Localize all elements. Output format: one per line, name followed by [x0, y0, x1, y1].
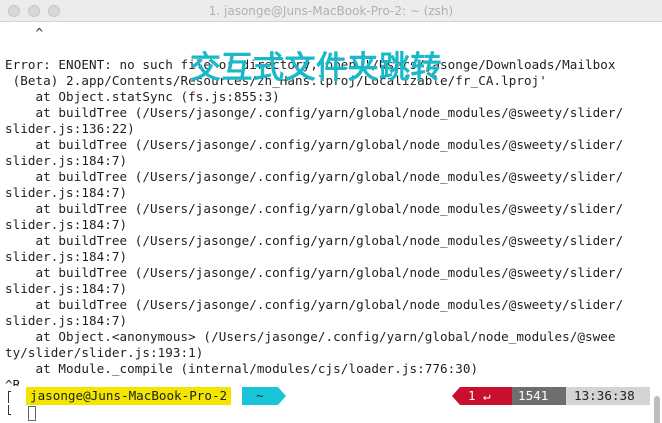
terminal-line: slider.js:184:7) [5, 153, 128, 168]
terminal-line: at Object.statSync (fs.js:855:3) [5, 89, 280, 104]
prompt-time: 13:36:38 [566, 387, 650, 405]
terminal-line: slider.js:184:7) [5, 313, 128, 328]
terminal-window: 1. jasonge@Juns-MacBook-Pro-2: ~ (zsh) ^… [0, 0, 662, 423]
prompt-bracket-top [8, 391, 11, 403]
terminal-line: slider.js:184:7) [5, 185, 128, 200]
terminal-line: at Module._compile (internal/modules/cjs… [5, 361, 479, 376]
terminal-line: at buildTree (/Users/jasonge/.config/yar… [5, 265, 624, 280]
prompt-separator-arrow [278, 387, 286, 405]
terminal-line: at buildTree (/Users/jasonge/.config/yar… [5, 233, 624, 248]
scrollbar-thumb[interactable] [654, 396, 660, 423]
terminal-line: ^R [5, 377, 21, 386]
shell-prompt: jasonge@Juns-MacBook-Pro-2 ~ 1 ↵ 1541 13… [0, 387, 650, 405]
caption-overlay: 交互式文件夹跳转 [190, 50, 442, 86]
prompt-user-host: jasonge@Juns-MacBook-Pro-2 [26, 387, 232, 405]
terminal-line: slider.js:184:7) [5, 249, 128, 264]
terminal-line: slider.js:184:7) [5, 281, 128, 296]
prompt-bracket-bottom [8, 405, 11, 415]
text-cursor [28, 406, 36, 421]
rprompt-separator-arrow [452, 387, 460, 405]
terminal-line: at Object.<anonymous> (/Users/jasonge/.c… [5, 329, 616, 344]
terminal-line: at buildTree (/Users/jasonge/.config/yar… [5, 137, 624, 152]
terminal-line: ^ [5, 25, 44, 40]
terminal-line: at buildTree (/Users/jasonge/.config/yar… [5, 297, 624, 312]
terminal-line: at buildTree (/Users/jasonge/.config/yar… [5, 169, 624, 184]
title-bar: 1. jasonge@Juns-MacBook-Pro-2: ~ (zsh) [0, 0, 662, 22]
prompt-directory: ~ [242, 387, 278, 405]
terminal-line: ty/slider/slider.js:193:1) [5, 345, 204, 360]
exit-status-badge: 1 ↵ [460, 387, 512, 405]
terminal-line: at buildTree (/Users/jasonge/.config/yar… [5, 201, 624, 216]
vertical-scrollbar[interactable] [652, 22, 662, 423]
terminal-line: at buildTree (/Users/jasonge/.config/yar… [5, 105, 624, 120]
terminal-line: slider.js:136:22) [5, 121, 135, 136]
history-number: 1541 [512, 387, 566, 405]
terminal-line: slider.js:184:7) [5, 217, 128, 232]
window-title: 1. jasonge@Juns-MacBook-Pro-2: ~ (zsh) [208, 4, 454, 18]
input-line[interactable] [0, 405, 650, 423]
